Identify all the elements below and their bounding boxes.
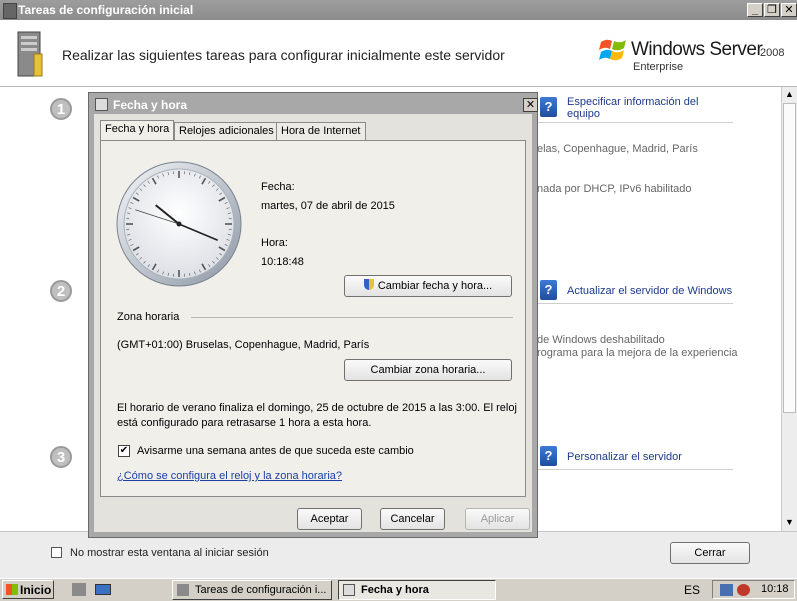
- step-2-badge: 2: [50, 280, 72, 302]
- divider: [538, 469, 733, 470]
- tray-area: 10:18: [712, 580, 795, 599]
- start-label: Inicio: [20, 583, 51, 597]
- taskbar-task-date-time[interactable]: Fecha y hora: [338, 580, 496, 600]
- scroll-up-arrow[interactable]: ▲: [785, 89, 794, 99]
- tab-additional-clocks[interactable]: Relojes adicionales: [174, 122, 279, 140]
- dialog-body: Fecha y hora Relojes adicionales Hora de…: [94, 114, 532, 532]
- time-value: 10:18:48: [261, 256, 304, 268]
- task-icon: [177, 584, 189, 596]
- vertical-scrollbar[interactable]: ▲ ▼: [781, 87, 797, 531]
- language-indicator[interactable]: ES: [684, 583, 700, 597]
- notify-checkbox[interactable]: ✔: [118, 445, 130, 457]
- specify-computer-info-link[interactable]: Especificar información del equipo: [567, 96, 717, 120]
- calendar-icon: [95, 98, 108, 111]
- minimize-button[interactable]: _: [747, 3, 763, 17]
- ceip-summary: rograma para la mejora de la experiencia: [537, 347, 738, 359]
- task-icon: [343, 584, 355, 596]
- updates-summary: de Windows deshabilitado: [537, 334, 665, 346]
- task-label: Fecha y hora: [361, 584, 429, 596]
- scroll-down-arrow[interactable]: ▼: [785, 517, 794, 527]
- tray-clock: 10:18: [761, 583, 789, 595]
- taskbar-task-initial-config[interactable]: Tareas de configuración i...: [172, 580, 332, 600]
- divider: [538, 303, 733, 304]
- customize-icon: ?: [540, 446, 557, 466]
- timezone-summary: elas, Copenhague, Madrid, París: [537, 143, 698, 155]
- date-value: martes, 07 de abril de 2015: [261, 200, 395, 212]
- dialog-title: Fecha y hora: [113, 98, 187, 112]
- windows-flag-icon: [599, 36, 629, 64]
- no-show-checkbox[interactable]: [51, 547, 62, 558]
- tab-panel: Fecha: martes, 07 de abril de 2015 Hora:…: [100, 140, 526, 497]
- bottom-bar: No mostrar esta ventana al iniciar sesió…: [0, 531, 797, 579]
- cancel-button[interactable]: Cancelar: [380, 508, 445, 530]
- change-date-time-label: Cambiar fecha y hora...: [378, 280, 492, 292]
- info-icon: ?: [540, 97, 557, 117]
- step-3-badge: 3: [50, 446, 72, 468]
- logo-text: Windows Server: [631, 39, 762, 61]
- update-icon: ?: [540, 280, 557, 300]
- task-label: Tareas de configuración i...: [195, 584, 326, 596]
- server-icon: [3, 3, 17, 19]
- show-desktop-icon[interactable]: [95, 584, 111, 595]
- update-server-link[interactable]: Actualizar el servidor de Windows: [567, 285, 732, 297]
- notify-label: Avisarme una semana antes de que suceda …: [137, 445, 414, 457]
- dialog-close-button[interactable]: ✕: [523, 98, 538, 112]
- timezone-value: (GMT+01:00) Bruselas, Copenhague, Madrid…: [117, 339, 369, 351]
- customize-server-link[interactable]: Personalizar el servidor: [567, 451, 682, 463]
- uac-shield-icon: [364, 279, 374, 290]
- time-label: Hora:: [261, 237, 288, 249]
- server-tools-icon: [12, 28, 48, 80]
- taskbar: Inicio Tareas de configuración i... Fech…: [0, 578, 797, 601]
- analog-clock: [114, 159, 244, 289]
- restore-button[interactable]: ❐: [764, 3, 780, 17]
- ok-button[interactable]: Aceptar: [297, 508, 362, 530]
- logo-version: 2008: [760, 47, 784, 59]
- header-band: Realizar las siguientes tareas para conf…: [0, 20, 797, 87]
- dst-info-text: El horario de verano finaliza el domingo…: [117, 401, 517, 431]
- windows-start-icon: [6, 584, 18, 595]
- window-title: Tareas de configuración inicial: [18, 3, 193, 17]
- header-title: Realizar las siguientes tareas para conf…: [62, 47, 505, 63]
- apply-button[interactable]: Aplicar: [465, 508, 530, 530]
- network-summary: nada por DHCP, IPv6 habilitado: [537, 183, 692, 195]
- close-main-button[interactable]: Cerrar: [670, 542, 750, 564]
- logo-edition: Enterprise: [633, 61, 683, 73]
- change-timezone-button[interactable]: Cambiar zona horaria...: [344, 359, 512, 381]
- timezone-header: Zona horaria: [117, 311, 179, 323]
- no-show-label: No mostrar esta ventana al iniciar sesió…: [70, 547, 269, 559]
- server-manager-quicklaunch-icon[interactable]: [72, 583, 86, 596]
- scroll-thumb[interactable]: [783, 103, 796, 413]
- close-button[interactable]: ✕: [781, 3, 797, 17]
- start-button[interactable]: Inicio: [2, 580, 54, 599]
- main-title-bar[interactable]: Tareas de configuración inicial _ ❐ ✕: [0, 0, 797, 20]
- network-tray-icon[interactable]: [720, 584, 733, 596]
- date-label: Fecha:: [261, 181, 295, 193]
- tab-date-time[interactable]: Fecha y hora: [100, 120, 174, 140]
- dialog-title-bar[interactable]: Fecha y hora ✕: [93, 96, 533, 113]
- date-time-dialog: Fecha y hora ✕ Fecha y hora Relojes adic…: [88, 92, 538, 538]
- tab-internet-time[interactable]: Hora de Internet: [276, 122, 366, 140]
- change-date-time-button[interactable]: Cambiar fecha y hora...: [344, 275, 512, 297]
- volume-muted-icon[interactable]: [737, 584, 750, 596]
- help-link[interactable]: ¿Cómo se configura el reloj y la zona ho…: [117, 470, 342, 482]
- timezone-divider: [191, 317, 513, 318]
- divider: [538, 122, 733, 123]
- step-1-badge: 1: [50, 98, 72, 120]
